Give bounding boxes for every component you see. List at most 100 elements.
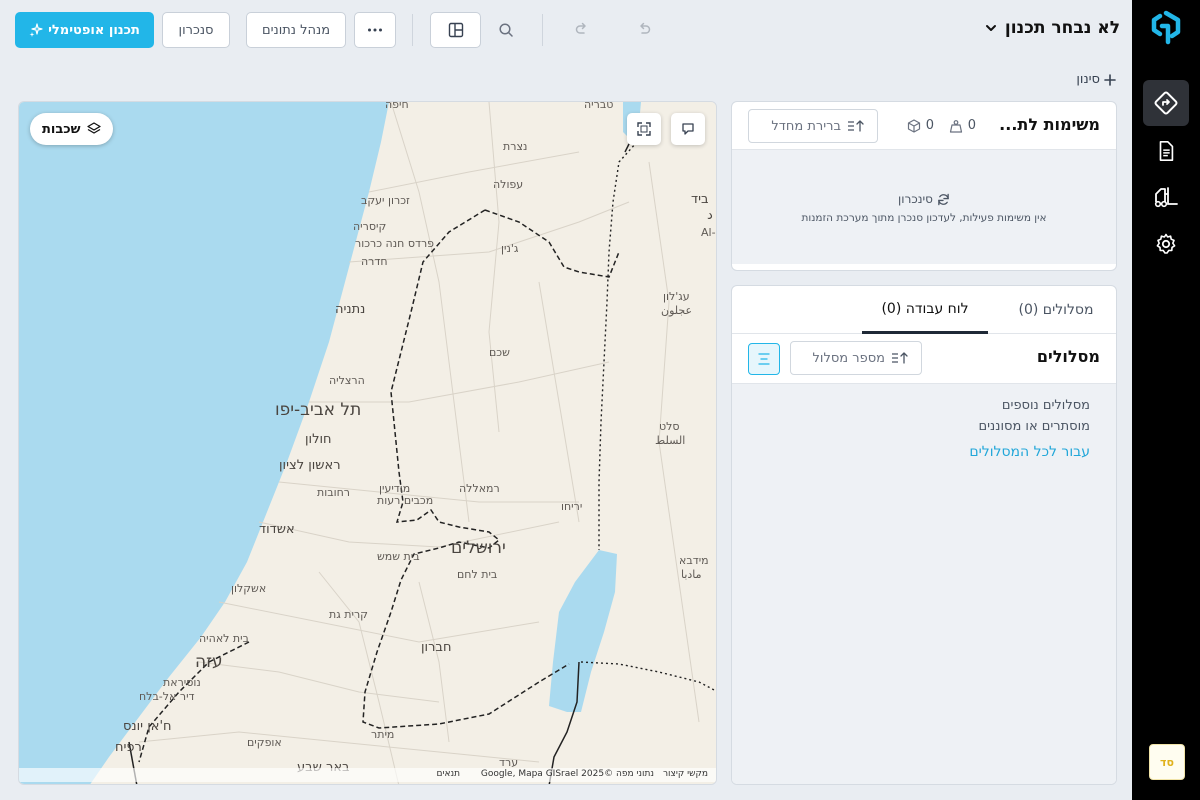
redo-button[interactable]	[566, 14, 598, 46]
gear-icon	[1156, 233, 1176, 254]
map-feedback-button[interactable]	[671, 113, 705, 145]
map-label-city: בית לאהיה	[199, 632, 249, 645]
map-label-city: נצרת	[503, 140, 528, 153]
map-label-city: Al-I	[701, 226, 716, 239]
map-label-city: אשדוד	[259, 522, 295, 537]
sync-button[interactable]: סנכרון	[162, 12, 230, 48]
fullscreen-button[interactable]	[627, 113, 661, 145]
routes-empty-state: מסלולים נוספים מוסתרים או מסוננים עבור ל…	[732, 384, 1116, 784]
terms-link[interactable]: תנאים	[436, 769, 460, 779]
map-label-city: חדרה	[361, 255, 388, 268]
chevron-down-icon	[985, 25, 996, 31]
map-label-city: פרדס חנה כרכור	[355, 237, 435, 250]
map-label-city: רפיח	[115, 740, 142, 755]
map-label-city: ראשון לציון	[279, 458, 341, 473]
tab-workboard[interactable]: לוח עבודה (0)	[862, 286, 988, 334]
undo-button[interactable]	[628, 14, 660, 46]
nav-rail: סד	[1132, 0, 1200, 800]
sparkle-icon	[29, 23, 43, 37]
keyboard-shortcuts-link[interactable]: מקשי קיצור	[663, 769, 708, 779]
redo-icon	[575, 22, 586, 34]
tab-routes[interactable]: מסלולים (0)	[996, 286, 1116, 334]
document-icon	[1159, 141, 1174, 161]
fullscreen-icon	[637, 122, 651, 136]
collapse-lines-icon	[758, 353, 770, 365]
map-label-city: קרית גת	[329, 608, 368, 621]
filter-label: סינון	[1076, 72, 1100, 87]
plus-icon	[1104, 73, 1116, 86]
map-label-city: שכם	[489, 346, 510, 359]
all-routes-link[interactable]: עבור לכל המסלולים	[969, 444, 1090, 460]
nav-settings[interactable]	[1143, 221, 1189, 267]
nav-routes[interactable]	[1143, 80, 1189, 126]
refresh-icon	[938, 193, 949, 205]
layout-button[interactable]	[430, 12, 481, 48]
search-icon	[499, 23, 513, 37]
map-label-city: עפולה	[493, 178, 524, 191]
tasks-sort-select[interactable]: ברירת מחדל	[748, 109, 878, 143]
map-label-city: בית שמש	[377, 550, 420, 563]
map-label-city: בית לחם	[457, 568, 498, 581]
layers-button[interactable]: שכבות	[30, 113, 113, 145]
map-label-city: רחובות	[317, 486, 350, 499]
map-label-city: مادبا	[681, 568, 702, 581]
tasks-sort-label: ברירת מחדל	[771, 118, 841, 134]
map-label-city: ג'נין	[501, 242, 519, 255]
map-label-city: סלט	[659, 420, 680, 433]
weight-count: 0	[949, 118, 976, 133]
sync-link[interactable]: סינכרון	[732, 192, 1116, 206]
map-label-city: נתניה	[335, 302, 366, 317]
map-label-city: דיר אל-בלח	[139, 690, 195, 703]
routes-tabs: מסלולים (0) לוח עבודה (0)	[732, 286, 1116, 334]
hidden-routes-note-2: מוסתרים או מסוננים	[978, 419, 1090, 434]
data-manager-button[interactable]: מנהל נתונים	[246, 12, 346, 48]
tasks-panel: משימות לת... 0 0 ברירת מחדל סינכרון אין …	[731, 101, 1117, 271]
weight-count-value: 0	[967, 118, 976, 133]
map-label-city: מיתר	[371, 728, 395, 741]
sort-icon	[848, 120, 864, 132]
collapse-all-button[interactable]	[748, 343, 780, 375]
weight-icon	[949, 119, 962, 133]
nav-documents[interactable]	[1143, 128, 1189, 174]
tasks-header: משימות לת... 0 0 ברירת מחדל	[732, 102, 1116, 150]
map-label-city: רמאללה	[459, 482, 500, 495]
map-label-city: אופקים	[247, 736, 282, 749]
map-label-city: הרצליה	[329, 374, 365, 387]
forklift-icon	[1154, 187, 1178, 208]
map-label-city: חיפה	[385, 101, 409, 111]
optimal-planning-button[interactable]: תכנון אופטימלי	[15, 12, 154, 48]
map-attribution: מקשי קיצור נתוני מפה ©2025 Google, Mapa …	[19, 768, 716, 782]
map-label-city: עג'לון	[663, 290, 690, 303]
map-label-city: חברון	[421, 640, 452, 655]
plan-selector[interactable]: לא נבחר תכנון	[985, 18, 1120, 38]
routes-title: מסלולים	[1036, 347, 1100, 366]
map-label-city: תל אביב-יפו	[275, 400, 362, 420]
map-data-credit: נתוני מפה ©2025 Google, Mapa GISrael	[480, 769, 654, 779]
map-label-city: ח'אן יונס	[123, 719, 172, 734]
toolbar-divider	[412, 14, 413, 46]
layers-label: שכבות	[42, 121, 81, 137]
map-label-city: עזה	[195, 652, 223, 672]
routes-panel: מסלולים (0) לוח עבודה (0) מסלולים מספר מ…	[731, 285, 1117, 785]
map-view[interactable]: טבריה חיפה נצרת עפולה זכרון יעקב קיסריה …	[18, 101, 717, 785]
map-label-city: ביד	[691, 192, 709, 207]
map-label-city: ירושלים	[451, 538, 506, 558]
search-button[interactable]	[490, 14, 522, 46]
more-options-button[interactable]	[354, 12, 396, 48]
map-label-city: אשקלון	[231, 582, 267, 595]
layers-icon	[86, 122, 101, 134]
map-label-city: נוסיראת	[163, 676, 201, 689]
route-diamond-icon	[1154, 91, 1178, 115]
nav-vehicles[interactable]	[1143, 174, 1189, 220]
app-logo[interactable]	[1150, 10, 1182, 46]
filter-button[interactable]: סינון	[1076, 72, 1116, 87]
hidden-routes-note: מסלולים נוספים	[1001, 398, 1090, 413]
sync-link-label: סינכרון	[898, 192, 933, 206]
map-label-city: د	[707, 208, 713, 223]
map-label-city: السلط	[655, 434, 686, 447]
plan-title: לא נבחר תכנון	[1004, 18, 1120, 38]
routes-sort-label: מספר מסלול	[812, 350, 885, 366]
sort-icon	[892, 352, 908, 364]
user-avatar[interactable]: סד	[1149, 744, 1185, 780]
routes-sort-select[interactable]: מספר מסלול	[790, 341, 922, 375]
